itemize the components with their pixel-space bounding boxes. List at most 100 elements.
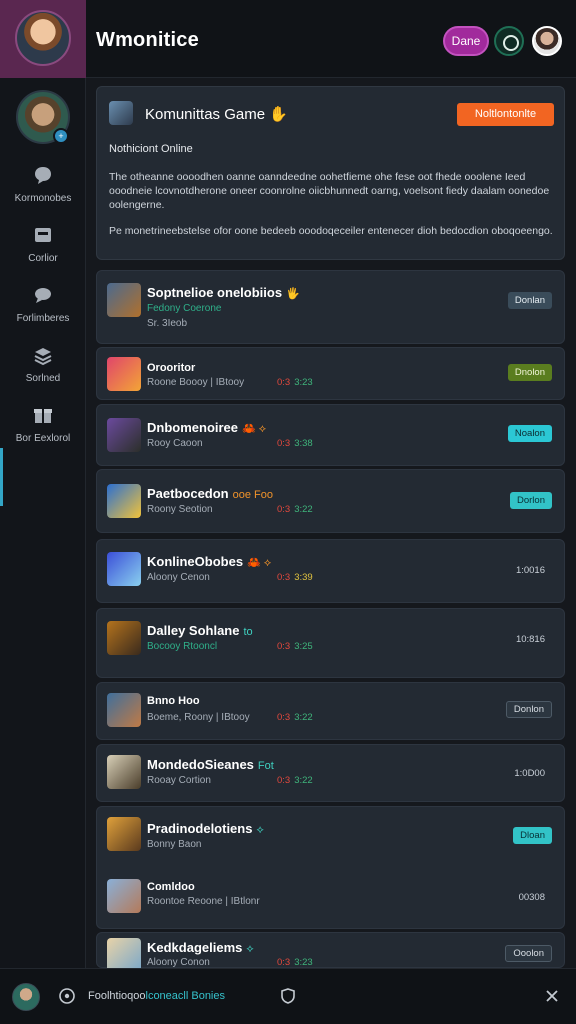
- game-action-button[interactable]: 00308: [512, 889, 552, 906]
- game-action-button[interactable]: Donlon: [505, 701, 552, 718]
- game-stats: 0:3 3:39: [277, 572, 313, 583]
- game-subtitle: Rooay Cortion: [147, 775, 211, 786]
- game-stats: 0:3 3:38: [277, 438, 313, 449]
- game-thumbnail: [107, 938, 141, 972]
- notice-action-button[interactable]: Noltlontonlte: [457, 103, 554, 126]
- game-action-button[interactable]: 10:816: [509, 631, 552, 648]
- game-card[interactable]: Kedkdageliems ⟡ Aloony Conon 0:3 3:23 Oool…: [96, 932, 565, 972]
- stack-icon: [32, 344, 54, 366]
- game-card[interactable]: Soptnelioe onelobiios 🖐 Fedony Coerone Sr…: [96, 270, 565, 344]
- game-thumbnail: [107, 484, 141, 518]
- game-action-button[interactable]: Noalon: [507, 425, 552, 442]
- sidebar-item-kormonobes[interactable]: Kormonobes: [0, 164, 86, 222]
- bottom-status-text: Foolhtioqoolconeacll Bonies: [88, 990, 225, 1002]
- bottom-bar: Foolhtioqoolconeacll Bonies: [0, 968, 576, 1024]
- sidebar-item-label: Sorlned: [25, 373, 61, 384]
- game-title: Paetbocedon ooe Foo: [147, 486, 273, 501]
- game-title: Kedkdageliems ⟡: [147, 940, 254, 955]
- game-title: Orooritor: [147, 362, 196, 374]
- game-subtitle: Roony Seotion: [147, 504, 213, 515]
- game-title: Bnno Hoo: [147, 695, 200, 707]
- game-subtitle: Roontoe Reoone | IBtlonr: [147, 896, 260, 907]
- game-title[interactable]: Comldoo: [147, 881, 195, 893]
- done-button[interactable]: Dane: [443, 26, 489, 56]
- sidebar-item-label: Kormonobes: [14, 193, 72, 204]
- game-action-button[interactable]: 1:0D00: [507, 765, 552, 782]
- wave-icon: ✋: [269, 106, 288, 123]
- game-action-button[interactable]: Ooolon: [505, 945, 552, 962]
- game-stats: 0:3 3:22: [277, 712, 313, 723]
- game-subtitle: Bonny Baon: [147, 839, 202, 850]
- profile-badge-icon: +: [53, 128, 69, 144]
- game-title: MondedoSieanes Fot: [147, 757, 274, 772]
- game-thumbnail: [107, 817, 141, 851]
- inbox-icon: [32, 224, 54, 246]
- game-title: Soptnelioe onelobiios 🖐: [147, 285, 300, 300]
- game-card[interactable]: MondedoSieanes Fot Rooay Cortion 0:3 3:22 …: [96, 744, 565, 802]
- game-title: KonlineObobes 🦀 ⟡: [147, 554, 272, 569]
- game-card[interactable]: Bnno Hoo Boeme, Roony | IBtooy 0:3 3:22 D…: [96, 682, 565, 740]
- sidebar-item-corlior[interactable]: Corlior: [0, 224, 86, 282]
- game-subtitle: Roone Boooy | IBtooy: [147, 377, 245, 388]
- gift-icon: [32, 404, 54, 426]
- sidebar-item-label: Forlimberes: [16, 313, 70, 324]
- game-action-button[interactable]: Dnolon: [507, 364, 552, 381]
- game-card[interactable]: Dnbomenoiree 🦀 ⟡ Rooy Caoon 0:3 3:38 Noalo…: [96, 404, 565, 466]
- sidebar: + Kormonobes Corlior Forlimberes Sorlned…: [0, 78, 86, 968]
- game-card[interactable]: KonlineObobes 🦀 ⟡ Aloony Cenon 0:3 3:39 1:…: [96, 539, 565, 603]
- game-title: Dalley Sohlane to: [147, 623, 253, 638]
- game-subtitle: Bocooy Rtooncl: [147, 641, 218, 652]
- game-subtitle: Rooy Caoon: [147, 438, 203, 449]
- game-thumbnail: [107, 552, 141, 586]
- game-subtitle: Boeme, Roony | IBtooy: [147, 712, 250, 723]
- game-subtitle: Aloony Conon: [147, 957, 210, 968]
- notice-panel: Komunittas Game ✋ Noltlontonlte Nothicio…: [96, 86, 565, 260]
- brand-avatar[interactable]: [15, 10, 71, 66]
- game-stats: 0:3 3:25: [277, 641, 313, 652]
- app-title: Wmonitice: [96, 29, 199, 51]
- game-thumbnail: [107, 418, 141, 452]
- game-card[interactable]: Orooritor Roone Boooy | IBtooy 0:3 3:23 D…: [96, 347, 565, 400]
- sidebar-item-bor-eexlorol[interactable]: Bor Eexlorol: [0, 404, 86, 462]
- game-thumbnail: [107, 283, 141, 317]
- notice-paragraph: The otheanne oooodhen oanne oanndeedne o…: [109, 171, 550, 211]
- game-thumbnail: [107, 357, 141, 391]
- brand-tile: [0, 0, 86, 78]
- sidebar-item-forlimberes[interactable]: Forlimberes: [0, 284, 86, 342]
- game-thumbnail: [107, 879, 141, 913]
- game-action-button[interactable]: Donlan: [507, 292, 552, 309]
- game-card[interactable]: Dalley Sohlane to Bocooy Rtooncl 0:3 3:25 …: [96, 608, 565, 678]
- game-card-group: Pradinodelotiens ⟡ Bonny Baon Dloan Comld…: [96, 806, 565, 929]
- notice-game-thumbnail: [109, 101, 133, 125]
- game-subtitle: Aloony Cenon: [147, 572, 210, 583]
- notice-subtitle: Nothiciont Online: [109, 143, 193, 155]
- game-stats: 0:3 3:22: [277, 504, 313, 515]
- game-thumbnail: [107, 621, 141, 655]
- game-title: Dnbomenoiree 🦀 ⟡: [147, 420, 267, 435]
- game-action-button[interactable]: Dloan: [513, 827, 552, 844]
- emoji-icon[interactable]: [58, 987, 76, 1005]
- game-card[interactable]: Paetbocedon ooe Foo Roony Seotion 0:3 3:22…: [96, 469, 565, 533]
- bottom-user-avatar[interactable]: [12, 983, 40, 1011]
- game-stats: 0:3 3:23: [277, 377, 313, 388]
- game-stats: 0:3 3:23: [277, 957, 313, 968]
- sidebar-item-sorlned[interactable]: Sorlned: [0, 344, 86, 402]
- notice-paragraph: Pe monetrineebstelse ofor oone bedeeb oo…: [109, 225, 553, 237]
- top-bar: Wmonitice Dane: [0, 0, 576, 78]
- game-meta: Sr. 3Ieob: [147, 318, 188, 329]
- shield-icon[interactable]: [279, 987, 297, 1005]
- game-thumbnail: [107, 755, 141, 789]
- status-toggle-button[interactable]: [494, 26, 524, 56]
- chat-bubble-icon: [32, 164, 54, 186]
- game-stats: 0:3 3:22: [277, 775, 313, 786]
- game-action-button[interactable]: Dorlon: [510, 492, 552, 509]
- game-title[interactable]: Pradinodelotiens ⟡: [147, 821, 264, 837]
- user-avatar[interactable]: [532, 26, 562, 56]
- sidebar-item-label: Corlior: [28, 253, 58, 264]
- sidebar-item-label: Bor Eexlorol: [15, 433, 71, 444]
- close-icon[interactable]: [543, 987, 561, 1005]
- speech-icon: [32, 284, 54, 306]
- game-action-button[interactable]: 1:0016: [509, 562, 552, 579]
- game-subtitle: Fedony Coerone: [147, 303, 222, 314]
- notice-title: Komunittas Game ✋: [145, 106, 288, 123]
